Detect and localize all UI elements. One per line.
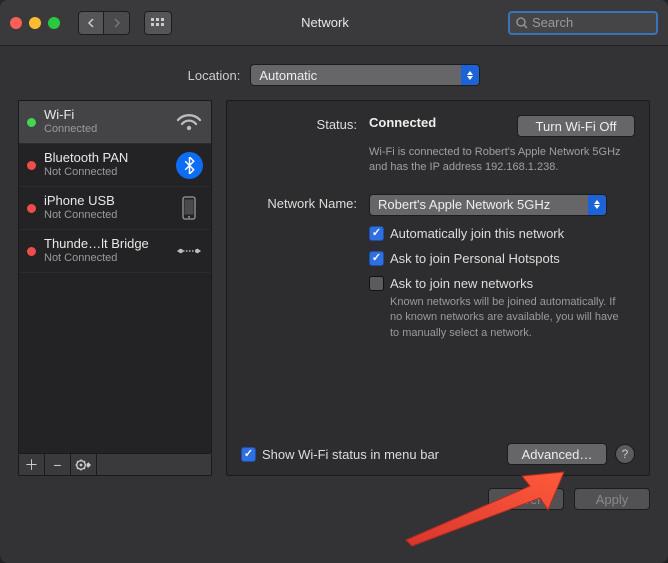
location-label: Location: [188,68,241,83]
footer-buttons: Revert Apply [0,476,668,510]
back-button[interactable] [78,11,104,35]
sidebar-item-status: Not Connected [44,209,167,222]
network-name-label: Network Name: [241,194,357,216]
advanced-button[interactable]: Advanced… [507,443,607,465]
sidebar-item-label: iPhone USB [44,194,167,209]
interface-actions-button[interactable] [71,454,97,475]
minimize-icon[interactable] [29,17,41,29]
bluetooth-icon [175,151,203,179]
chevron-updown-icon [588,195,606,215]
sidebar-item-iphone-usb[interactable]: iPhone USB Not Connected [19,187,211,230]
network-prefs-window: Network Search Location: Automatic Wi-Fi… [0,0,668,563]
ask-hotspot-checkbox[interactable] [369,251,384,266]
sidebar-item-status: Not Connected [44,166,167,179]
help-button[interactable]: ? [615,444,635,464]
main-panel: Status: Connected Turn Wi-Fi Off Wi-Fi i… [226,100,650,476]
turn-wifi-off-button[interactable]: Turn Wi-Fi Off [517,115,635,137]
wifi-icon [175,108,203,136]
status-value: Connected [369,115,436,130]
sidebar-item-label: Bluetooth PAN [44,151,167,166]
network-name-select[interactable]: Robert's Apple Network 5GHz [369,194,607,216]
location-value: Automatic [259,68,317,83]
zoom-icon[interactable] [48,17,60,29]
status-info: Wi-Fi is connected to Robert's Apple Net… [369,145,635,176]
main-box: Status: Connected Turn Wi-Fi Off Wi-Fi i… [226,100,650,476]
sidebar-item-label: Thunde…lt Bridge [44,237,167,252]
auto-join-checkbox[interactable] [369,226,384,241]
search-icon [516,17,528,29]
status-label: Status: [241,115,357,137]
chevron-updown-icon [461,65,479,85]
add-interface-button[interactable]: ＋ [19,454,45,475]
window-title: Network [180,15,500,30]
ask-hotspot-label: Ask to join Personal Hotspots [390,251,560,266]
show-menubar-label: Show Wi-Fi status in menu bar [262,447,439,462]
interfaces-sidebar: Wi-Fi Connected Bluetooth PAN Not Connec… [18,100,212,476]
close-icon[interactable] [10,17,22,29]
status-dot-icon [27,161,36,170]
search-input[interactable]: Search [508,11,658,35]
show-all-button[interactable] [144,11,172,35]
ask-new-networks-label: Ask to join new networks [390,276,533,291]
status-dot-icon [27,204,36,213]
ask-new-networks-checkbox[interactable] [369,276,384,291]
search-placeholder: Search [532,15,573,30]
sidebar-item-status: Connected [44,123,167,136]
sidebar-item-wifi[interactable]: Wi-Fi Connected [19,101,211,144]
sidebar-item-status: Not Connected [44,252,167,265]
status-dot-icon [27,247,36,256]
window-controls [10,17,60,29]
sidebar-toolbar: ＋ − [18,454,212,476]
auto-join-label: Automatically join this network [390,226,564,241]
network-name-value: Robert's Apple Network 5GHz [378,197,550,212]
remove-interface-button[interactable]: − [45,454,71,475]
panels: Wi-Fi Connected Bluetooth PAN Not Connec… [0,100,668,476]
sidebar-item-thunderbolt[interactable]: Thunde…lt Bridge Not Connected [19,230,211,273]
nav-buttons [78,11,130,35]
revert-button[interactable]: Revert [488,488,564,510]
sidebar-item-bluetooth[interactable]: Bluetooth PAN Not Connected [19,144,211,187]
location-select[interactable]: Automatic [250,64,480,86]
interfaces-list: Wi-Fi Connected Bluetooth PAN Not Connec… [18,100,212,454]
status-dot-icon [27,118,36,127]
iphone-icon [175,194,203,222]
location-row: Location: Automatic [0,64,668,86]
sidebar-item-label: Wi-Fi [44,108,167,123]
apply-button[interactable]: Apply [574,488,650,510]
show-menubar-checkbox[interactable] [241,447,256,462]
forward-button[interactable] [104,11,130,35]
ask-new-networks-hint: Known networks will be joined automatica… [390,295,630,341]
thunderbolt-bridge-icon [175,237,203,265]
titlebar: Network Search [0,0,668,46]
